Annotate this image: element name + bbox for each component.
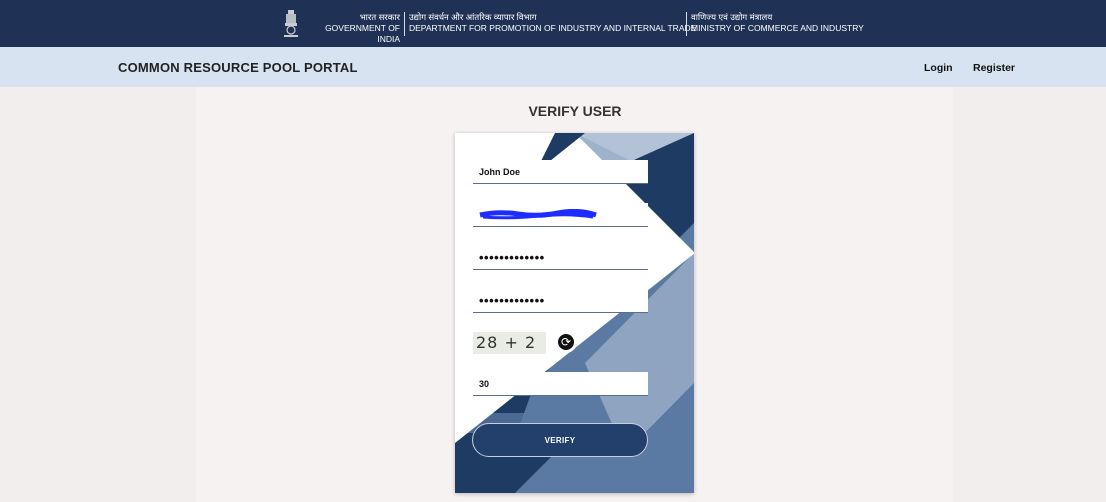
hindi-government-text: भारत सरकार (359, 12, 400, 22)
captcha-text: 28 + 2 = (476, 333, 537, 354)
register-link[interactable]: Register (973, 62, 1015, 74)
header-divider (686, 12, 687, 36)
captcha-image: 28 + 2 = (473, 332, 546, 354)
redacted-email-scribble (479, 209, 597, 220)
portal-nav-bar: COMMON RESOURCE POOL PORTAL Login Regist… (0, 47, 1106, 87)
ministry-text: MINISTRY OF COMMERCE AND INDUSTRY (691, 23, 864, 33)
government-of-india-text: GOVERNMENT OF INDIA (325, 23, 400, 44)
header-divider (404, 12, 405, 36)
captcha-answer-field[interactable] (473, 372, 648, 396)
name-field[interactable] (473, 160, 648, 184)
login-link[interactable]: Login (924, 62, 953, 74)
hindi-department-text: उद्योग संवर्धन और आंतरिक व्यापार विभाग (409, 12, 537, 22)
page-title: VERIFY USER (528, 103, 622, 119)
portal-title[interactable]: COMMON RESOURCE POOL PORTAL (118, 60, 358, 75)
department-text: DEPARTMENT FOR PROMOTION OF INDUSTRY AND… (409, 23, 697, 33)
department-label: उद्योग संवर्धन और आंतरिक व्यापार विभाग D… (409, 12, 696, 34)
hindi-ministry-text: वाणिज्य एवं उद्योग मंत्रालय (691, 12, 773, 22)
government-header-bar: भारत सरकार GOVERNMENT OF INDIA उद्योग सं… (0, 0, 1106, 47)
refresh-captcha-button[interactable]: ⟳ (555, 331, 577, 353)
password-field[interactable] (473, 246, 648, 270)
ministry-label: वाणिज्य एवं उद्योग मंत्रालय MINISTRY OF … (691, 12, 864, 34)
confirm-password-field[interactable] (473, 289, 648, 313)
government-of-india-label: भारत सरकार GOVERNMENT OF INDIA (302, 12, 400, 45)
national-emblem-icon (284, 10, 298, 37)
refresh-icon: ⟳ (558, 334, 574, 350)
verify-button[interactable]: VERIFY (472, 423, 648, 457)
